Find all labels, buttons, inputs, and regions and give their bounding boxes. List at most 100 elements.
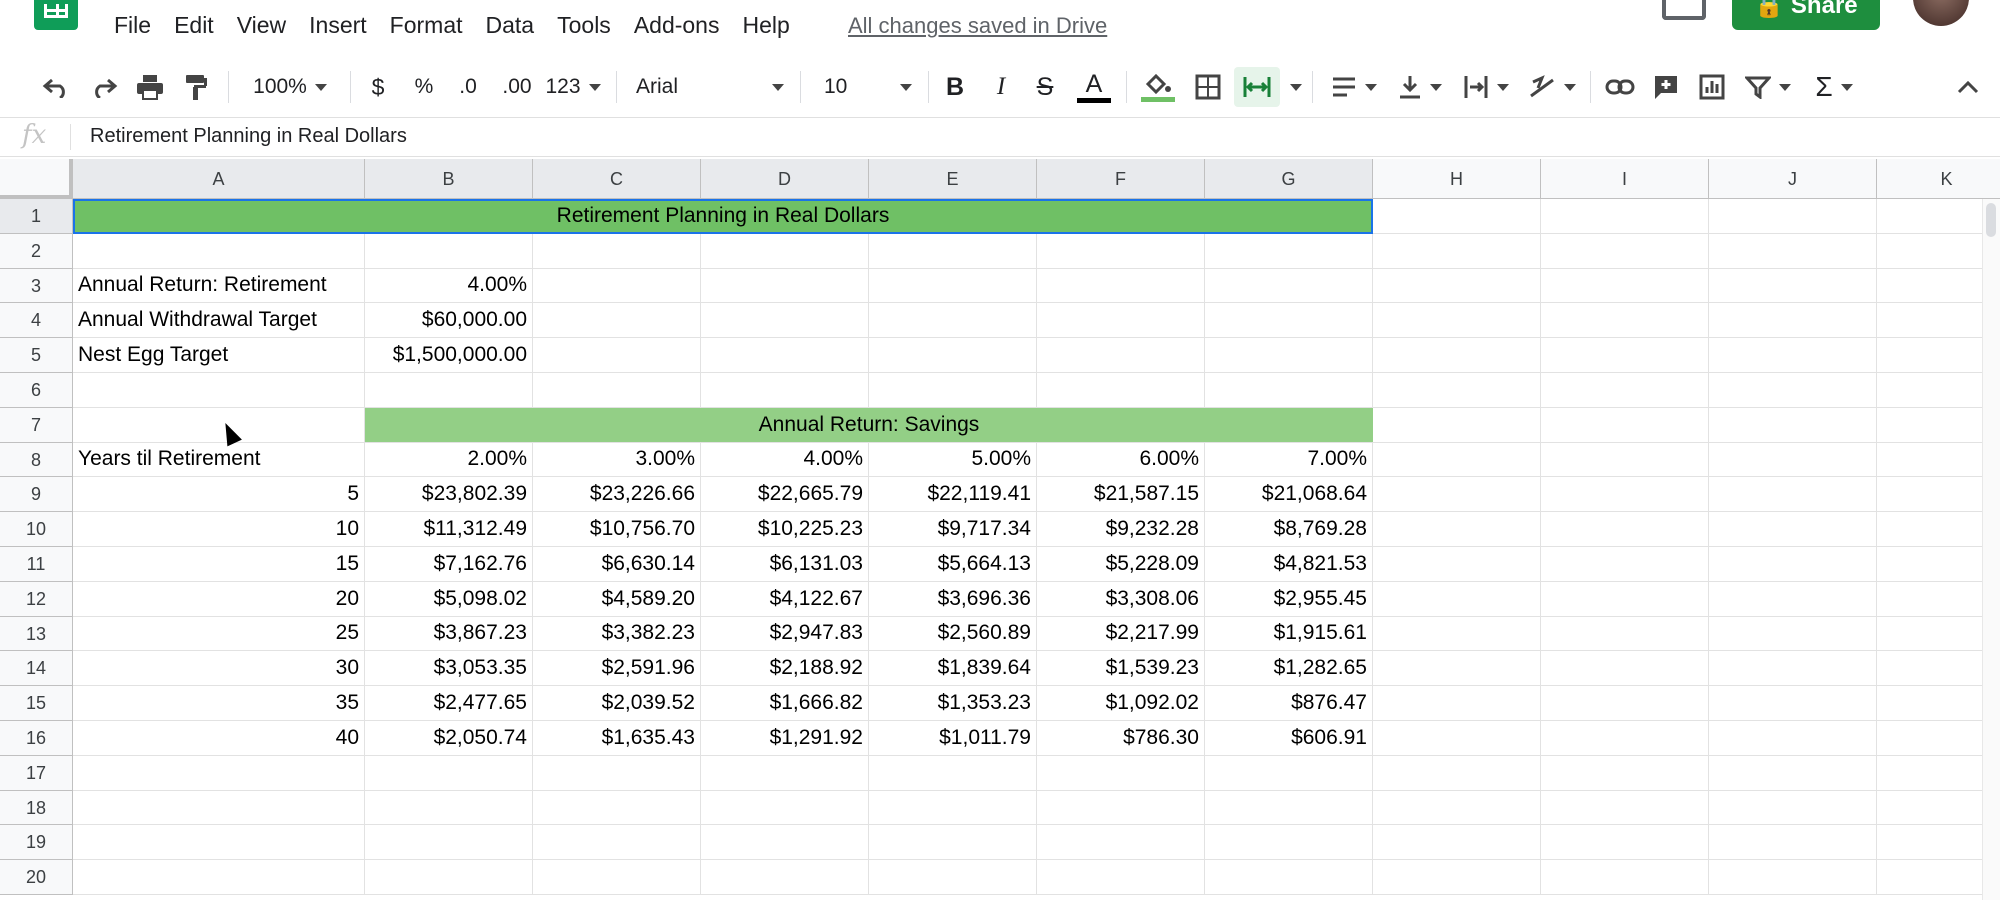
grid-cell[interactable] xyxy=(1205,373,1373,408)
grid-cell[interactable] xyxy=(701,303,869,339)
rate-header-cell[interactable]: 7.00% xyxy=(1205,442,1373,478)
grid-cell[interactable] xyxy=(73,755,365,791)
payment-value-cell[interactable]: $2,477.65 xyxy=(365,686,533,721)
grid-cell[interactable] xyxy=(1541,512,1709,547)
grid-cell[interactable] xyxy=(1709,407,1877,443)
grid-cell[interactable] xyxy=(1709,616,1877,652)
formula-input[interactable]: Retirement Planning in Real Dollars xyxy=(90,125,407,148)
text-wrapping-icon[interactable] xyxy=(1458,67,1514,107)
savings-header-merged-cell[interactable]: Annual Return: Savings xyxy=(365,407,1373,443)
grid-cell[interactable] xyxy=(1541,825,1709,861)
undo-icon[interactable] xyxy=(38,67,74,107)
payment-value-cell[interactable]: $22,665.79 xyxy=(701,477,869,513)
menu-help[interactable]: Help xyxy=(742,12,789,39)
payment-value-cell[interactable]: $2,050.74 xyxy=(365,721,533,756)
grid-cell[interactable] xyxy=(869,825,1037,861)
payment-value-cell[interactable]: $9,717.34 xyxy=(869,512,1037,547)
sheets-logo-icon[interactable] xyxy=(34,0,78,30)
grid-cell[interactable] xyxy=(1373,199,1541,234)
grid-cell[interactable] xyxy=(1709,860,1877,895)
payment-value-cell[interactable]: $2,947.83 xyxy=(701,616,869,652)
grid-cell[interactable] xyxy=(1709,338,1877,373)
payment-value-cell[interactable]: $3,867.23 xyxy=(365,616,533,652)
column-header-d[interactable]: D xyxy=(701,159,869,199)
payment-value-cell[interactable]: $9,232.28 xyxy=(1037,512,1205,547)
functions-button[interactable]: Σ xyxy=(1806,67,1862,107)
grid-cell[interactable] xyxy=(533,860,701,895)
grid-cell[interactable] xyxy=(1373,373,1541,408)
grid-cell[interactable] xyxy=(869,373,1037,408)
payment-value-cell[interactable]: $1,282.65 xyxy=(1205,651,1373,687)
row-header-7[interactable]: 7 xyxy=(0,407,73,443)
rate-header-cell[interactable]: 2.00% xyxy=(365,442,533,478)
row-header-15[interactable]: 15 xyxy=(0,686,73,721)
param-value-cell[interactable]: $60,000.00 xyxy=(365,303,533,339)
grid-cell[interactable] xyxy=(1037,755,1205,791)
vertical-scrollbar-thumb[interactable] xyxy=(1986,203,1996,237)
grid-cell[interactable] xyxy=(533,755,701,791)
grid-cell[interactable] xyxy=(1709,373,1877,408)
save-status-link[interactable]: All changes saved in Drive xyxy=(848,13,1107,39)
grid-cell[interactable] xyxy=(1373,860,1541,895)
row-header-13[interactable]: 13 xyxy=(0,616,73,652)
grid-cell[interactable] xyxy=(1373,790,1541,826)
avatar[interactable] xyxy=(1913,0,1969,26)
payment-value-cell[interactable]: $10,225.23 xyxy=(701,512,869,547)
zoom-select[interactable]: 100% xyxy=(240,67,340,107)
payment-value-cell[interactable]: $21,587.15 xyxy=(1037,477,1205,513)
grid-cell[interactable] xyxy=(1709,581,1877,617)
grid-cell[interactable] xyxy=(1709,755,1877,791)
grid-cell[interactable] xyxy=(365,790,533,826)
row-header-5[interactable]: 5 xyxy=(0,338,73,373)
payment-value-cell[interactable]: $2,591.96 xyxy=(533,651,701,687)
years-cell[interactable]: 30 xyxy=(73,651,365,687)
grid-cell[interactable] xyxy=(73,373,365,408)
grid-cell[interactable] xyxy=(701,755,869,791)
grid-cell[interactable] xyxy=(1037,338,1205,373)
grid-cell[interactable] xyxy=(1037,268,1205,304)
payment-value-cell[interactable]: $4,821.53 xyxy=(1205,547,1373,582)
grid-cell[interactable] xyxy=(1373,338,1541,373)
payment-value-cell[interactable]: $876.47 xyxy=(1205,686,1373,721)
grid-cell[interactable] xyxy=(1205,338,1373,373)
menu-addons[interactable]: Add-ons xyxy=(634,12,720,39)
grid-cell[interactable] xyxy=(869,860,1037,895)
payment-value-cell[interactable]: $786.30 xyxy=(1037,721,1205,756)
grid-cell[interactable] xyxy=(701,860,869,895)
menu-format[interactable]: Format xyxy=(390,12,463,39)
grid-cell[interactable] xyxy=(701,233,869,269)
rate-header-cell[interactable]: 5.00% xyxy=(869,442,1037,478)
comments-icon[interactable] xyxy=(1662,0,1706,20)
grid-cell[interactable] xyxy=(869,303,1037,339)
grid-cell[interactable] xyxy=(1541,442,1709,478)
grid-cell[interactable] xyxy=(1541,616,1709,652)
row-header-16[interactable]: 16 xyxy=(0,721,73,756)
grid-cell[interactable] xyxy=(1541,860,1709,895)
grid-cell[interactable] xyxy=(1037,373,1205,408)
grid-cell[interactable] xyxy=(1373,825,1541,861)
payment-value-cell[interactable]: $2,188.92 xyxy=(701,651,869,687)
column-header-c[interactable]: C xyxy=(533,159,701,199)
payment-value-cell[interactable]: $5,098.02 xyxy=(365,581,533,617)
payment-value-cell[interactable]: $7,162.76 xyxy=(365,547,533,582)
payment-value-cell[interactable]: $1,915.61 xyxy=(1205,616,1373,652)
grid-cell[interactable] xyxy=(1709,233,1877,269)
grid-cell[interactable] xyxy=(1373,686,1541,721)
grid-cell[interactable] xyxy=(1709,477,1877,513)
column-header-j[interactable]: J xyxy=(1709,159,1877,199)
row-header-8[interactable]: 8 xyxy=(0,442,73,478)
payment-value-cell[interactable]: $1,092.02 xyxy=(1037,686,1205,721)
row-header-11[interactable]: 11 xyxy=(0,547,73,582)
grid-cell[interactable] xyxy=(1373,512,1541,547)
grid-cell[interactable] xyxy=(533,338,701,373)
param-label-cell[interactable]: Nest Egg Target xyxy=(73,338,365,373)
grid-cell[interactable] xyxy=(73,825,365,861)
grid-cell[interactable] xyxy=(1709,303,1877,339)
column-header-b[interactable]: B xyxy=(365,159,533,199)
grid-cell[interactable] xyxy=(1205,303,1373,339)
payment-value-cell[interactable]: $1,635.43 xyxy=(533,721,701,756)
payment-value-cell[interactable]: $5,228.09 xyxy=(1037,547,1205,582)
share-button[interactable]: 🔒 Share xyxy=(1732,0,1880,30)
grid-cell[interactable] xyxy=(1373,721,1541,756)
format-percent-button[interactable]: % xyxy=(408,67,440,107)
